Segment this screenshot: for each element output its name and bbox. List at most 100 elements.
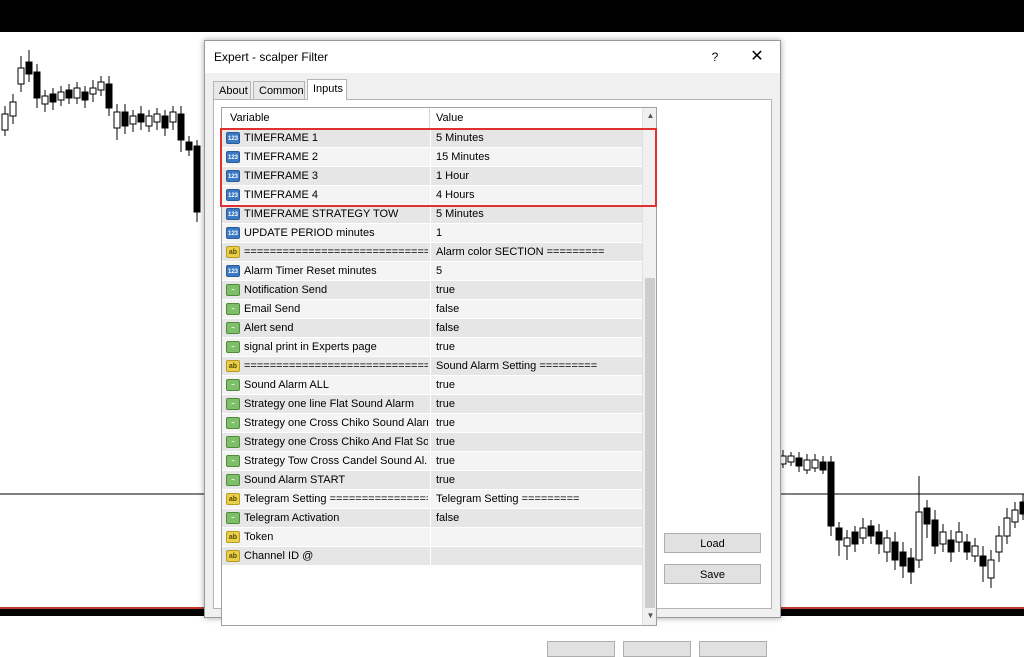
string-type-icon: ab: [226, 246, 240, 258]
grid-row[interactable]: ~ Sound Alarm ALL true: [222, 376, 642, 395]
candle-body: [827, 461, 835, 527]
candle-body: [185, 141, 193, 151]
row-variable: Strategy one line Flat Sound Alarm: [244, 398, 414, 410]
save-button[interactable]: Save: [664, 564, 761, 584]
candle-body: [121, 111, 129, 127]
candle-body: [57, 91, 65, 101]
dialog-title: Expert - scalper Filter: [214, 50, 329, 64]
row-value[interactable]: true: [436, 452, 640, 471]
candle-body: [129, 115, 137, 125]
grid-row[interactable]: ~ Alert send false: [222, 319, 642, 338]
boolean-type-icon: ~: [226, 341, 240, 353]
candle-body: [153, 113, 161, 123]
row-value[interactable]: true: [436, 338, 640, 357]
row-variable: Strategy one Cross Chiko Sound Alarm: [244, 417, 428, 429]
grid-row[interactable]: 123 UPDATE PERIOD minutes 1: [222, 224, 642, 243]
row-value[interactable]: 5: [436, 262, 640, 281]
candle-body: [931, 519, 939, 547]
grid-row[interactable]: ~ Strategy Tow Cross Candel Sound Al... tr…: [222, 452, 642, 471]
candle-body: [65, 89, 73, 99]
reset-button[interactable]: [699, 641, 767, 657]
ok-button[interactable]: [547, 641, 615, 657]
grid-row[interactable]: ab Token: [222, 528, 642, 547]
boolean-type-icon: ~: [226, 303, 240, 315]
row-value[interactable]: Telegram Setting =========: [436, 490, 640, 509]
candle-body: [161, 115, 169, 129]
column-divider: [430, 452, 431, 471]
candle-body: [105, 83, 113, 109]
cancel-button[interactable]: [623, 641, 691, 657]
scroll-down-icon[interactable]: ▼: [643, 608, 656, 624]
column-header-value[interactable]: Value: [430, 108, 642, 128]
grid-row[interactable]: 123 TIMEFRAME STRATEGY TOW 5 Minutes: [222, 205, 642, 224]
row-value[interactable]: false: [436, 509, 640, 528]
column-header-variable[interactable]: Variable: [222, 108, 430, 128]
candle-body: [25, 61, 33, 75]
tab-inputs[interactable]: Inputs: [307, 79, 347, 100]
grid-row[interactable]: ~ Telegram Activation false: [222, 509, 642, 528]
candle-body: [795, 457, 803, 467]
grid-row[interactable]: ~ Notification Send true: [222, 281, 642, 300]
tab-about[interactable]: About: [213, 81, 251, 99]
candle-body: [89, 87, 97, 95]
column-divider: [430, 243, 431, 262]
string-type-icon: ab: [226, 550, 240, 562]
scroll-up-icon[interactable]: ▲: [643, 108, 656, 124]
grid-header: Variable Value: [222, 108, 642, 129]
help-button[interactable]: ?: [705, 47, 725, 67]
row-value[interactable]: true: [436, 395, 640, 414]
row-value[interactable]: true: [436, 471, 640, 490]
candle-body: [177, 113, 185, 141]
grid-row[interactable]: ab Telegram Setting ================= Tele…: [222, 490, 642, 509]
row-value[interactable]: false: [436, 300, 640, 319]
load-button[interactable]: Load: [664, 533, 761, 553]
row-value[interactable]: [436, 547, 640, 566]
row-value[interactable]: true: [436, 433, 640, 452]
row-value[interactable]: 1: [436, 224, 640, 243]
column-divider: [430, 281, 431, 300]
grid-row[interactable]: ~ Strategy one Cross Chiko Sound Alarm tru…: [222, 414, 642, 433]
row-variable: signal print in Experts page: [244, 341, 377, 353]
integer-type-icon: 123: [226, 265, 240, 277]
row-value[interactable]: true: [436, 376, 640, 395]
grid-row[interactable]: ab ============================== Sound Al…: [222, 357, 642, 376]
candle-body: [835, 527, 843, 541]
row-variable: Telegram Setting =================: [244, 493, 428, 505]
string-type-icon: ab: [226, 493, 240, 505]
scroll-thumb[interactable]: [645, 278, 655, 608]
grid-row[interactable]: ~ Sound Alarm START true: [222, 471, 642, 490]
grid-row[interactable]: ~ Strategy one line Flat Sound Alarm true: [222, 395, 642, 414]
row-value[interactable]: [436, 528, 640, 547]
row-variable: ==============================: [244, 246, 428, 258]
grid-row[interactable]: ~ Email Send false: [222, 300, 642, 319]
candle-body: [923, 507, 931, 525]
row-value[interactable]: true: [436, 281, 640, 300]
grid-row[interactable]: 123 Alarm Timer Reset minutes 5: [222, 262, 642, 281]
column-divider: [430, 490, 431, 509]
row-value[interactable]: true: [436, 414, 640, 433]
candle-body: [9, 101, 17, 117]
candle-body: [899, 551, 907, 567]
column-divider: [430, 433, 431, 452]
boolean-type-icon: ~: [226, 512, 240, 524]
tab-common[interactable]: Common: [253, 81, 305, 99]
row-value[interactable]: false: [436, 319, 640, 338]
row-value[interactable]: 5 Minutes: [436, 205, 640, 224]
row-value[interactable]: Alarm color SECTION =========: [436, 243, 640, 262]
candle-body: [811, 459, 819, 469]
column-divider: [430, 395, 431, 414]
row-variable: Alert send: [244, 322, 294, 334]
row-variable: Telegram Activation: [244, 512, 340, 524]
candle-body: [97, 81, 105, 91]
candle-body: [987, 559, 995, 579]
candle-body: [955, 531, 963, 543]
candle-body: [1011, 509, 1019, 523]
row-value[interactable]: Sound Alarm Setting =========: [436, 357, 640, 376]
string-type-icon: ab: [226, 531, 240, 543]
timeframe-highlight-box: [220, 128, 657, 207]
grid-row[interactable]: ab ============================== Alarm co…: [222, 243, 642, 262]
close-button[interactable]: ✕: [745, 47, 769, 67]
grid-row[interactable]: ~ signal print in Experts page true: [222, 338, 642, 357]
grid-row[interactable]: ab Channel ID @: [222, 547, 642, 566]
grid-row[interactable]: ~ Strategy one Cross Chiko And Flat So...…: [222, 433, 642, 452]
